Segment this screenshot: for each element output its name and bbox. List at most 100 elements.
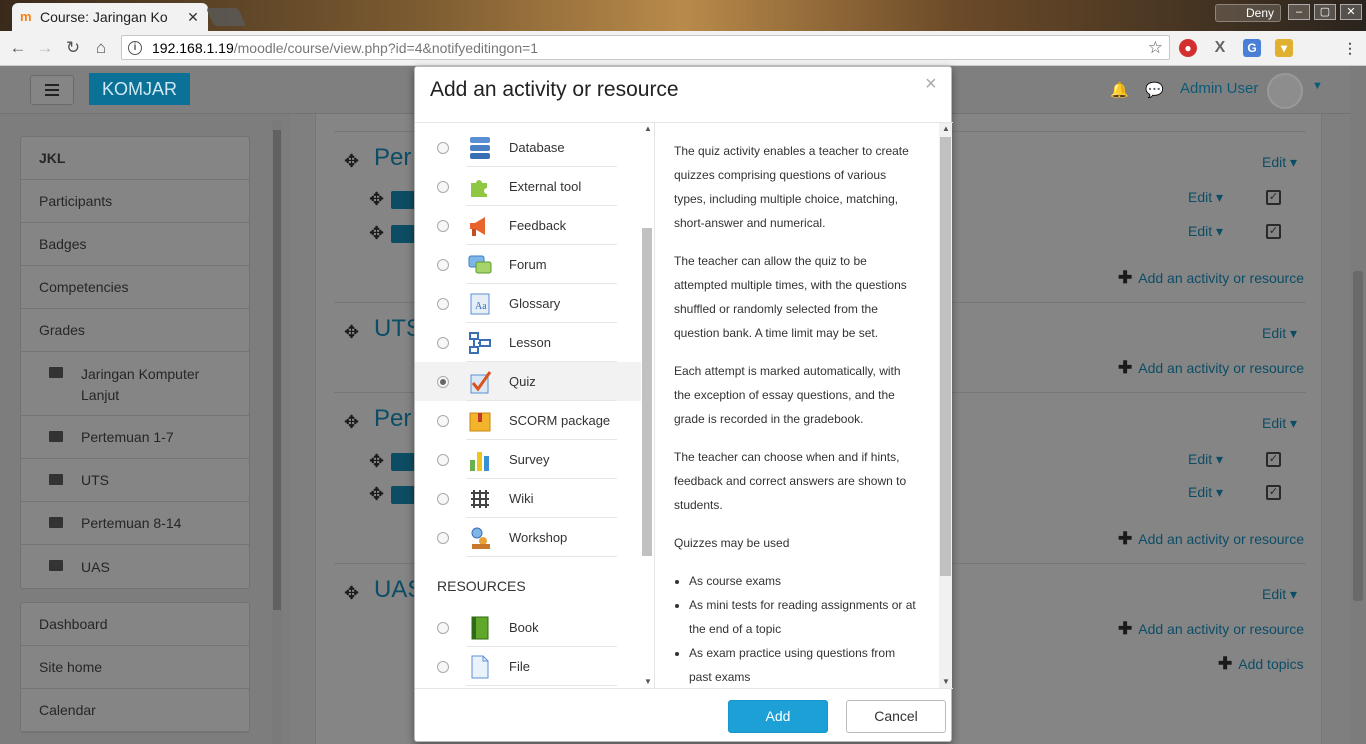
module-option-external-tool[interactable]: External tool bbox=[415, 167, 641, 206]
option-list-scrollbar[interactable]: ▲ ▼ bbox=[641, 123, 653, 688]
completion-checkbox[interactable]: ✓ bbox=[1266, 190, 1281, 205]
browser-tab[interactable]: m Course: Jaringan Ko ✕ bbox=[12, 3, 208, 31]
radio-button[interactable] bbox=[437, 336, 449, 349]
drawer-item-dashboard[interactable]: Dashboard bbox=[21, 603, 249, 646]
drawer-item-participants[interactable]: Participants bbox=[21, 180, 249, 223]
radio-button[interactable] bbox=[437, 297, 449, 310]
section-edit-menu[interactable]: Edit ▾ bbox=[1262, 154, 1297, 171]
scroll-down-icon[interactable]: ▼ bbox=[644, 677, 652, 686]
radio-button[interactable] bbox=[437, 258, 449, 271]
drawer-item-site-home[interactable]: Site home bbox=[21, 646, 249, 689]
user-menu-name[interactable]: Admin User bbox=[1180, 80, 1258, 97]
radio-button[interactable] bbox=[437, 453, 449, 466]
completion-checkbox[interactable]: ✓ bbox=[1266, 452, 1281, 467]
module-option-quiz[interactable]: Quiz bbox=[415, 362, 641, 401]
add-activity-link[interactable]: ✚ Add an activity or resource bbox=[1118, 268, 1304, 288]
module-option-forum[interactable]: Forum bbox=[415, 245, 641, 284]
drawer-item-section-0[interactable]: Jaringan Komputer Lanjut bbox=[21, 352, 249, 416]
completion-checkbox[interactable]: ✓ bbox=[1266, 224, 1281, 239]
radio-button[interactable] bbox=[437, 531, 449, 544]
reload-icon[interactable]: ↻ bbox=[62, 37, 84, 59]
drawer-toggle-button[interactable] bbox=[30, 75, 74, 105]
scroll-up-icon[interactable]: ▲ bbox=[644, 124, 652, 133]
forward-icon[interactable]: → bbox=[34, 37, 56, 59]
drawer-item-competencies[interactable]: Competencies bbox=[21, 266, 249, 309]
activity-edit-menu[interactable]: Edit ▾ bbox=[1188, 223, 1223, 240]
section-edit-menu[interactable]: Edit ▾ bbox=[1262, 586, 1297, 603]
drawer-item-section-3[interactable]: Pertemuan 8-14 bbox=[21, 502, 249, 545]
add-button[interactable]: Add bbox=[728, 700, 828, 733]
back-icon[interactable]: ← bbox=[7, 37, 29, 59]
cancel-button[interactable]: Cancel bbox=[846, 700, 946, 733]
radio-button[interactable] bbox=[437, 414, 449, 427]
drawer-item-section-4[interactable]: UAS bbox=[21, 545, 249, 588]
section-title[interactable]: Per bbox=[374, 405, 411, 433]
caret-down-icon[interactable]: ▼ bbox=[1312, 80, 1323, 92]
module-option-scorm-package[interactable]: SCORM package bbox=[415, 401, 641, 440]
drawer-item-jkl[interactable]: JKL bbox=[21, 137, 249, 180]
avatar[interactable] bbox=[1267, 73, 1303, 109]
menu-dots-icon[interactable]: ⋮ bbox=[1341, 39, 1359, 57]
bell-icon[interactable]: 🔔 bbox=[1110, 81, 1129, 99]
module-option-wiki[interactable]: Wiki bbox=[415, 479, 641, 518]
move-icon[interactable]: ✥ bbox=[344, 412, 359, 433]
folder-icon[interactable] bbox=[391, 225, 415, 243]
minimize-button[interactable]: – bbox=[1288, 4, 1310, 20]
folder-icon[interactable] bbox=[391, 486, 415, 504]
radio-button[interactable] bbox=[437, 621, 449, 634]
activity-edit-menu[interactable]: Edit ▾ bbox=[1188, 189, 1223, 206]
maximize-button[interactable]: ▢ bbox=[1314, 4, 1336, 20]
site-brand[interactable]: KOMJAR bbox=[89, 73, 190, 105]
move-icon[interactable]: ✥ bbox=[369, 484, 384, 505]
bookmark-star-icon[interactable]: ☆ bbox=[1148, 38, 1163, 58]
drawer-item-section-2[interactable]: UTS bbox=[21, 459, 249, 502]
radio-button[interactable] bbox=[437, 180, 449, 193]
module-option-workshop[interactable]: Workshop bbox=[415, 518, 641, 557]
profile-button[interactable]: Deny bbox=[1215, 4, 1281, 22]
completion-checkbox[interactable]: ✓ bbox=[1266, 485, 1281, 500]
move-icon[interactable]: ✥ bbox=[344, 322, 359, 343]
module-option-feedback[interactable]: Feedback bbox=[415, 206, 641, 245]
move-icon[interactable]: ✥ bbox=[344, 151, 359, 172]
close-window-button[interactable]: ✕ bbox=[1340, 4, 1362, 20]
section-edit-menu[interactable]: Edit ▾ bbox=[1262, 325, 1297, 342]
message-icon[interactable]: 💬 bbox=[1145, 81, 1164, 99]
radio-button[interactable] bbox=[437, 660, 449, 673]
add-topics-link[interactable]: ✚ Add topics bbox=[1218, 654, 1304, 674]
move-icon[interactable]: ✥ bbox=[369, 451, 384, 472]
radio-button[interactable] bbox=[437, 141, 449, 154]
add-activity-link[interactable]: ✚ Add an activity or resource bbox=[1118, 529, 1304, 549]
module-option-book[interactable]: Book bbox=[415, 608, 641, 647]
extension-x-icon[interactable]: X bbox=[1211, 39, 1229, 57]
page-scrollbar[interactable] bbox=[1350, 66, 1366, 744]
module-option-database[interactable]: Database bbox=[415, 128, 641, 167]
move-icon[interactable]: ✥ bbox=[369, 189, 384, 210]
info-icon[interactable]: i bbox=[128, 40, 142, 55]
home-icon[interactable]: ⌂ bbox=[90, 37, 112, 59]
translate-icon[interactable]: G bbox=[1243, 39, 1261, 57]
drawer-item-badges[interactable]: Badges bbox=[21, 223, 249, 266]
folder-icon[interactable] bbox=[391, 191, 415, 209]
description-scrollbar[interactable]: ▲ ▼ bbox=[939, 123, 952, 688]
section-title[interactable]: Per bbox=[374, 144, 411, 172]
folder-icon[interactable] bbox=[391, 453, 415, 471]
extension-shield-icon[interactable]: ● bbox=[1179, 39, 1197, 57]
module-option-survey[interactable]: Survey bbox=[415, 440, 641, 479]
activity-edit-menu[interactable]: Edit ▾ bbox=[1188, 451, 1223, 468]
module-option-glossary[interactable]: Aa Glossary bbox=[415, 284, 641, 323]
drawer-item-calendar[interactable]: Calendar bbox=[21, 689, 249, 732]
radio-button[interactable] bbox=[437, 375, 449, 388]
move-icon[interactable]: ✥ bbox=[369, 223, 384, 244]
activity-edit-menu[interactable]: Edit ▾ bbox=[1188, 484, 1223, 501]
drawer-item-section-1[interactable]: Pertemuan 1-7 bbox=[21, 416, 249, 459]
drawer-scrollbar[interactable] bbox=[272, 120, 282, 744]
module-option-file[interactable]: File bbox=[415, 647, 641, 686]
scroll-down-icon[interactable]: ▼ bbox=[942, 677, 950, 686]
radio-button[interactable] bbox=[437, 219, 449, 232]
drawer-item-grades[interactable]: Grades bbox=[21, 309, 249, 352]
add-activity-link[interactable]: ✚ Add an activity or resource bbox=[1118, 619, 1304, 639]
extension-download-icon[interactable]: ▾ bbox=[1275, 39, 1293, 57]
section-edit-menu[interactable]: Edit ▾ bbox=[1262, 415, 1297, 432]
radio-button[interactable] bbox=[437, 492, 449, 505]
add-activity-link[interactable]: ✚ Add an activity or resource bbox=[1118, 358, 1304, 378]
